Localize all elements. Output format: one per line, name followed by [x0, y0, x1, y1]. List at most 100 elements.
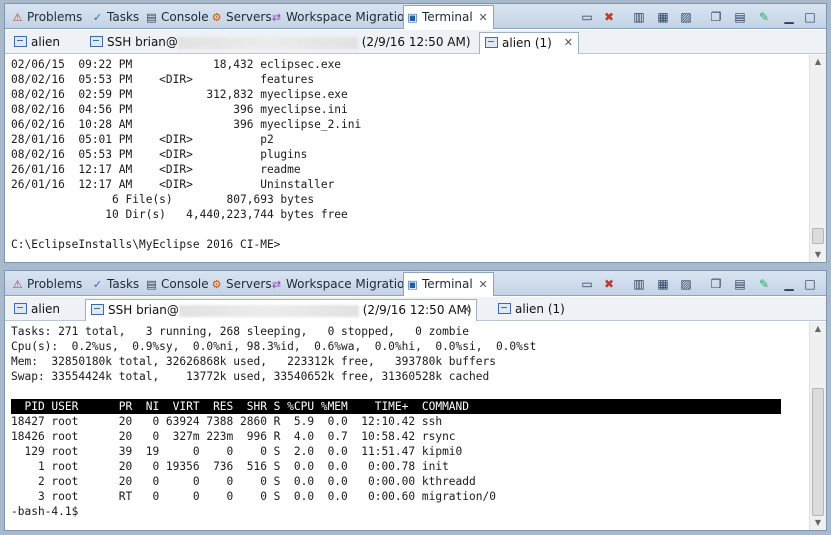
- new-terminal-icon[interactable]: ▥: [631, 9, 647, 25]
- session-label: alien: [31, 35, 61, 49]
- migration-icon: ⇄: [271, 11, 282, 24]
- edit-icon[interactable]: ✎: [756, 276, 772, 292]
- session-label: SSH brian@: [108, 303, 179, 317]
- terminal-line: Mem: 32850180k total, 32626868k used, 22…: [11, 355, 496, 368]
- terminal-icon: ▣: [407, 11, 418, 24]
- scroll-thumb[interactable]: [812, 228, 824, 244]
- session-tab-alien[interactable]: alien: [9, 32, 81, 54]
- disconnect-icon[interactable]: ✖: [601, 276, 617, 292]
- minimize-all-icon[interactable]: ▭: [579, 276, 595, 292]
- copy-icon[interactable]: ❐: [708, 276, 724, 292]
- terminal-line: 26/01/16 12:17 AM <DIR> Uninstaller: [11, 178, 335, 191]
- close-icon[interactable]: ✕: [462, 300, 471, 320]
- session-tab-alien-1[interactable]: alien (1): [493, 299, 585, 321]
- top-header-row: PID USER PR NI VIRT RES SHR S %CPU %MEM …: [11, 399, 781, 414]
- scroll-down-icon[interactable]: ▼: [813, 250, 823, 260]
- tab-label: Tasks: [107, 277, 140, 291]
- settings-icon[interactable]: ▦: [655, 9, 671, 25]
- tab-label: Problems: [27, 277, 83, 291]
- terminal-line: Cpu(s): 0.2%us, 0.9%sy, 0.0%ni, 98.3%id,…: [11, 340, 537, 353]
- terminal-line: 06/02/16 10:28 AM 396 myeclipse_2.ini: [11, 118, 362, 131]
- maximize-icon[interactable]: □: [802, 276, 818, 292]
- session-label: alien (1): [515, 302, 565, 316]
- terminal-session-icon: [14, 303, 27, 314]
- scroll-thumb[interactable]: [812, 388, 824, 516]
- terminal-session-icon: [485, 37, 498, 48]
- tab-terminal[interactable]: ▣ Terminal ✕: [403, 272, 494, 296]
- terminal-line: -bash-4.1$: [11, 505, 79, 518]
- servers-icon: ⚙: [211, 11, 222, 24]
- scroll-up-icon[interactable]: ▲: [813, 57, 823, 67]
- tab-problems[interactable]: ⚠ Problems: [9, 274, 83, 295]
- edit-icon[interactable]: ✎: [756, 9, 772, 25]
- tab-label: Servers: [226, 10, 272, 24]
- terminal-output[interactable]: Tasks: 271 total, 3 running, 268 sleepin…: [5, 322, 809, 530]
- new-terminal-icon[interactable]: ▥: [631, 276, 647, 292]
- disconnect-icon[interactable]: ✖: [601, 9, 617, 25]
- session-label: alien: [31, 302, 61, 316]
- filter-icon[interactable]: ▨: [678, 276, 694, 292]
- terminal-line: 08/02/16 05:53 PM <DIR> plugins: [11, 148, 308, 161]
- copy-icon[interactable]: ❐: [708, 9, 724, 25]
- tab-label: Problems: [27, 10, 83, 24]
- terminal-line: Tasks: 271 total, 3 running, 268 sleepin…: [11, 325, 470, 338]
- paste-icon[interactable]: ▤: [732, 9, 748, 25]
- terminal-line: 6 File(s) 807,693 bytes: [11, 193, 315, 206]
- close-icon[interactable]: ✕: [564, 33, 573, 53]
- problems-icon: ⚠: [12, 278, 23, 291]
- minimize-icon[interactable]: ▁: [781, 9, 797, 25]
- terminal-line: 18426 root 20 0 327m 223m 996 R 4.0 0.7 …: [11, 430, 456, 443]
- terminal-line: 10 Dir(s) 4,440,223,744 bytes free: [11, 208, 348, 221]
- tab-tasks[interactable]: ✓ Tasks: [89, 7, 139, 28]
- terminal-output[interactable]: 02/06/15 09:22 PM 18,432 eclipsec.exe 08/…: [5, 55, 809, 262]
- tab-workspace-migration[interactable]: ⇄ Workspace Migration: [268, 274, 412, 295]
- session-tab-alien[interactable]: alien: [9, 299, 81, 321]
- close-icon[interactable]: ✕: [479, 7, 488, 29]
- terminal-line: 129 root 39 19 0 0 0 S 2.0 0.0 11:51.47 …: [11, 445, 463, 458]
- console-icon: ▤: [146, 278, 157, 291]
- session-label: SSH brian@: [107, 35, 178, 49]
- terminal-line: 02/06/15 09:22 PM 18,432 eclipsec.exe: [11, 58, 342, 71]
- tab-servers[interactable]: ⚙ Servers: [208, 7, 272, 28]
- session-tab-bar: alien SSH brian@host (2/9/16 12:50 AM)✕ …: [5, 297, 826, 321]
- migration-icon: ⇄: [271, 278, 282, 291]
- tab-terminal[interactable]: ▣ Terminal ✕: [403, 5, 494, 29]
- tab-problems[interactable]: ⚠ Problems: [9, 7, 83, 28]
- scroll-up-icon[interactable]: ▲: [813, 324, 823, 334]
- vertical-scrollbar[interactable]: ▲ ▼: [809, 55, 826, 262]
- tasks-icon: ✓: [92, 11, 103, 24]
- problems-icon: ⚠: [12, 11, 23, 24]
- filter-icon[interactable]: ▨: [678, 9, 694, 25]
- tab-console[interactable]: ▤ Console: [143, 7, 209, 28]
- minimize-all-icon[interactable]: ▭: [579, 9, 595, 25]
- redacted-hostname: host: [177, 36, 358, 49]
- session-tab-alien-1[interactable]: alien (1) ✕: [479, 32, 579, 54]
- scroll-down-icon[interactable]: ▼: [813, 518, 823, 528]
- close-icon[interactable]: ✕: [479, 274, 488, 296]
- tab-console[interactable]: ▤ Console: [143, 274, 208, 295]
- tab-servers[interactable]: ⚙ Servers: [208, 274, 272, 295]
- maximize-icon[interactable]: □: [802, 9, 818, 25]
- terminal-icon: ▣: [407, 278, 418, 291]
- servers-icon: ⚙: [211, 278, 222, 291]
- tab-label: Terminal: [422, 10, 473, 24]
- terminal-line: 28/01/16 05:01 PM <DIR> p2: [11, 133, 274, 146]
- tab-label: Console: [161, 10, 209, 24]
- terminal-line: Swap: 33554424k total, 13772k used, 3354…: [11, 370, 490, 383]
- session-tab-ssh[interactable]: SSH brian@host (2/9/16 12:50 AM)✕: [85, 299, 477, 321]
- view-tab-bar: ⚠ Problems ✓ Tasks ▤ Console ⚙ Servers ⇄ Work…: [5, 271, 826, 296]
- terminal-line: 08/02/16 02:59 PM 312,832 myeclipse.exe: [11, 88, 348, 101]
- session-label: alien (1): [502, 36, 552, 50]
- tab-label: Terminal: [422, 277, 473, 291]
- vertical-scrollbar[interactable]: ▲ ▼: [809, 322, 826, 530]
- session-tab-ssh[interactable]: SSH brian@host (2/9/16 12:50 AM): [85, 32, 471, 54]
- tab-workspace-migration[interactable]: ⇄ Workspace Migration: [268, 7, 412, 28]
- settings-icon[interactable]: ▦: [655, 276, 671, 292]
- minimize-icon[interactable]: ▁: [781, 276, 797, 292]
- paste-icon[interactable]: ▤: [732, 276, 748, 292]
- terminal-line: 26/01/16 12:17 AM <DIR> readme: [11, 163, 301, 176]
- tab-tasks[interactable]: ✓ Tasks: [89, 274, 139, 295]
- top-terminal-view: ⚠ Problems ✓ Tasks ▤ Console ⚙ Servers ⇄ Work…: [4, 3, 827, 263]
